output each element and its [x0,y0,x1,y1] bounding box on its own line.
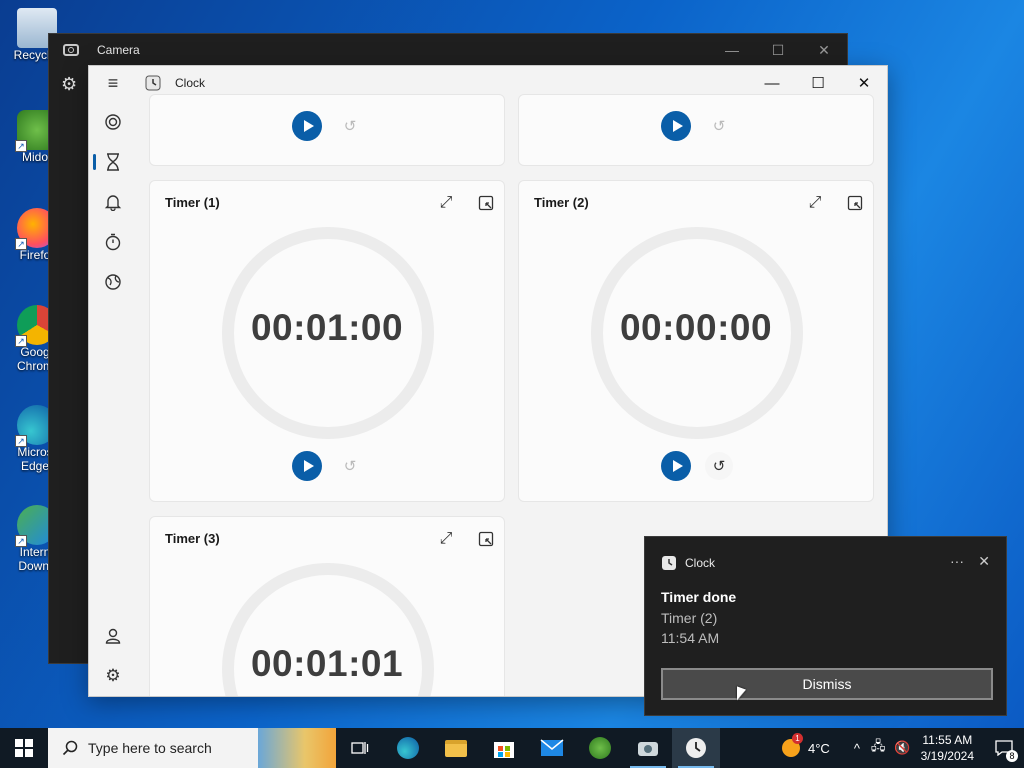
timer-card[interactable]: Timer (3) ⤢ 00:01:01 [149,516,505,696]
store-icon [494,742,514,758]
play-button[interactable] [292,451,322,481]
mido-icon [589,737,611,759]
search-highlight-image [258,728,336,768]
person-icon [105,628,121,644]
dismiss-button[interactable]: Dismiss [661,668,993,700]
camera-close-button[interactable]: ✕ [801,34,847,66]
tray-time: 11:55 AM [922,733,973,747]
taskbar-file-explorer[interactable] [432,728,480,768]
clock-title: Clock [175,76,206,90]
nav-alarm[interactable] [89,182,137,222]
system-tray: 1 4°C ^ 🖧 🔇 11:55 AM 3/19/2024 8 [781,728,1024,768]
keep-on-top-icon[interactable] [474,191,498,215]
taskbar: Type here to search 1 4°C ^ 🖧 🔇 11:55 AM [0,728,1024,768]
reset-button[interactable]: ↺ [336,452,364,480]
chevron-up-icon[interactable]: ^ [854,741,860,756]
keep-on-top-icon[interactable] [843,191,867,215]
nav-focus-sessions[interactable] [89,102,137,142]
reset-button[interactable]: ↺ [705,452,733,480]
bell-icon [104,195,122,211]
camera-minimize-button[interactable]: — [709,34,755,66]
nav-account[interactable] [89,616,137,656]
toast-title: Timer done [661,589,737,605]
toast-time: 11:54 AM [661,630,720,646]
timer-name: Timer (2) [534,195,589,210]
reset-button[interactable]: ↺ [336,112,364,140]
gear-icon: ⚙ [105,666,121,685]
windows-logo-icon [15,739,33,757]
camera-settings-icon[interactable]: ⚙ [61,74,77,95]
taskbar-store[interactable] [480,728,528,768]
timer-time: 00:01:00 [250,307,404,348]
play-button[interactable] [292,111,322,141]
taskbar-mail[interactable] [528,728,576,768]
expand-icon[interactable]: ⤢ [434,527,458,551]
close-icon[interactable]: ✕ [978,553,990,570]
weather-widget[interactable]: 1 4°C [781,733,830,757]
volume-muted-icon[interactable]: 🔇 [894,740,910,756]
camera-icon [63,44,79,56]
edge-icon [397,737,419,759]
weather-temp: 4°C [807,740,830,756]
more-options-icon[interactable]: ··· [950,553,964,569]
timer-card-partial-left[interactable]: ↺ [149,94,505,166]
timer-card[interactable]: Timer (2) ⤢ 00:00:00 ↺ [518,180,874,502]
play-button[interactable] [661,451,691,481]
focus-sessions-icon [105,114,121,130]
start-button[interactable] [0,728,48,768]
reset-button[interactable]: ↺ [705,112,733,140]
action-center-button[interactable]: 8 [984,728,1024,768]
nav-timer[interactable] [89,142,137,182]
expand-icon[interactable]: ⤢ [803,191,827,215]
clock-app-icon [662,556,676,570]
taskbar-edge[interactable] [384,728,432,768]
search-icon [62,740,78,756]
nav-settings[interactable]: ⚙ [89,656,137,696]
hamburger-menu-icon[interactable]: ≡ [89,66,137,100]
nav-rail: ⚙ [89,100,137,696]
timer-card[interactable]: Timer (1) ⤢ 00:01:00 ↺ [149,180,505,502]
timer-time: 00:00:00 [619,307,773,348]
mail-icon [540,739,564,756]
toast-notification[interactable]: Clock ··· ✕ Timer done Timer (2) 11:54 A… [644,536,1007,716]
notification-count: 8 [1006,750,1018,762]
keep-on-top-icon[interactable] [474,527,498,551]
taskbar-mido[interactable] [576,728,624,768]
clock-app-icon [145,75,161,91]
weather-badge: 1 [791,733,803,744]
taskbar-camera[interactable] [624,728,672,768]
camera-title: Camera [97,43,140,57]
camera-maximize-button[interactable]: ☐ [755,34,801,66]
taskbar-clock-display[interactable]: 11:55 AM 3/19/2024 [921,732,974,764]
task-view-icon [351,742,369,754]
nav-stopwatch[interactable] [89,222,137,262]
timer-name: Timer (3) [165,531,220,546]
search-placeholder: Type here to search [88,740,212,756]
timer-name: Timer (1) [165,195,220,210]
globe-icon [105,274,121,290]
clock-icon [686,738,706,758]
toast-app-name: Clock [685,556,716,570]
network-icon[interactable]: 🖧 [871,737,886,759]
hourglass-icon [107,153,119,171]
task-view-button[interactable] [336,728,384,768]
play-button[interactable] [661,111,691,141]
tray-date: 3/19/2024 [920,749,974,763]
taskbar-search-box[interactable]: Type here to search [48,728,336,768]
mouse-cursor [737,686,746,704]
timer-card-partial-right[interactable]: ↺ [518,94,874,166]
nav-world-clock[interactable] [89,262,137,302]
camera-icon [638,742,658,756]
taskbar-clock[interactable] [672,728,720,768]
expand-icon[interactable]: ⤢ [434,191,458,215]
timer-time: 00:01:01 [250,643,404,684]
toast-subtitle: Timer (2) [661,610,718,626]
stopwatch-icon [105,233,121,251]
folder-icon [445,739,467,757]
